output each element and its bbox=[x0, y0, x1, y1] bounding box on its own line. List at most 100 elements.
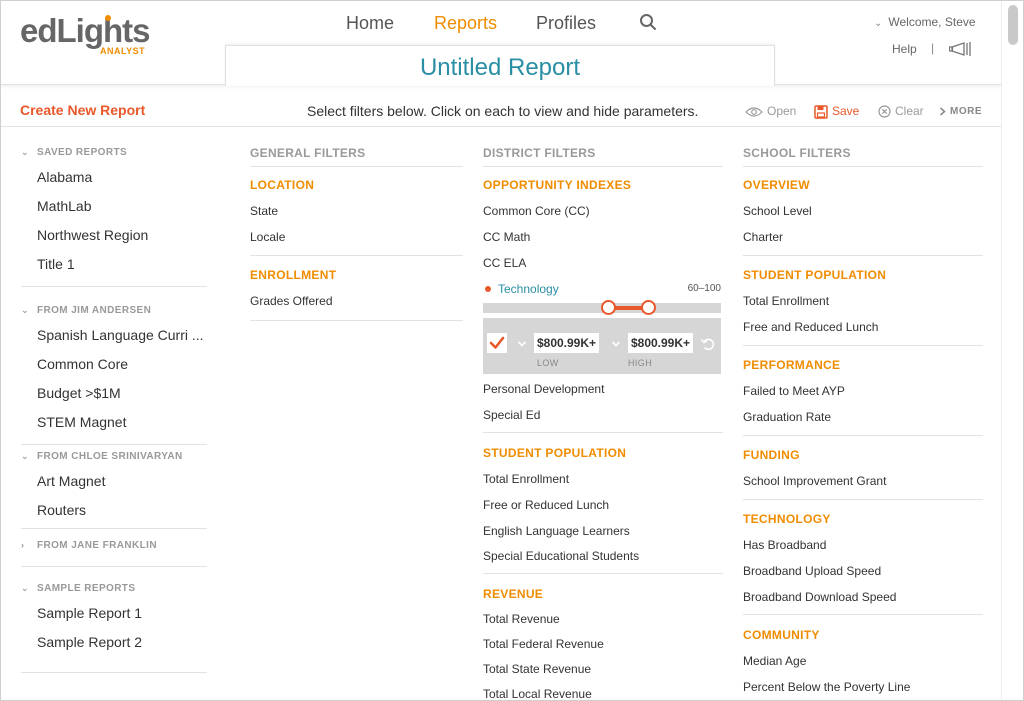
divider bbox=[483, 573, 723, 574]
filter-item[interactable]: Free and Reduced Lunch bbox=[743, 320, 878, 334]
logo[interactable]: edLights ANALYST bbox=[20, 13, 150, 59]
group-community[interactable]: COMMUNITY bbox=[743, 628, 820, 642]
sidebar-report-item[interactable]: Sample Report 2 bbox=[37, 634, 142, 650]
sidebar-report-item[interactable]: Sample Report 1 bbox=[37, 605, 142, 621]
toolbar: Create New Report Select filters below. … bbox=[1, 93, 1001, 127]
sidebar-report-item[interactable]: Common Core bbox=[37, 356, 128, 372]
filter-item[interactable]: Total Federal Revenue bbox=[483, 637, 604, 651]
filter-label[interactable]: Technology bbox=[498, 282, 559, 296]
chevron-down-icon[interactable] bbox=[517, 339, 527, 349]
chevron-down-icon: ⌄ bbox=[874, 18, 883, 29]
sidebar-report-item[interactable]: Routers bbox=[37, 502, 86, 518]
report-title[interactable]: Untitled Report bbox=[420, 54, 580, 82]
filter-item[interactable]: Failed to Meet AYP bbox=[743, 384, 845, 398]
filter-item[interactable]: Charter bbox=[743, 230, 783, 244]
filter-item[interactable]: Graduation Rate bbox=[743, 410, 831, 424]
low-value-input[interactable]: $800.99K+ bbox=[534, 333, 599, 353]
filter-item[interactable]: State bbox=[250, 204, 278, 218]
high-value-input[interactable]: $800.99K+ bbox=[628, 333, 693, 353]
search-icon[interactable] bbox=[639, 13, 657, 31]
filter-item[interactable]: Special Educational Students bbox=[483, 549, 639, 563]
filter-item[interactable]: Locale bbox=[250, 230, 285, 244]
section-from-jim-andersen[interactable]: ⌄ FROM JIM ANDERSEN bbox=[21, 305, 151, 316]
filter-item[interactable]: Broadband Upload Speed bbox=[743, 564, 881, 578]
sidebar-report-item[interactable]: MathLab bbox=[37, 198, 91, 214]
user-area: ⌄ Welcome, Steve Help | bbox=[871, 15, 986, 65]
range-slider[interactable] bbox=[483, 300, 721, 315]
group-revenue[interactable]: REVENUE bbox=[483, 587, 543, 601]
divider bbox=[21, 286, 207, 287]
filter-item[interactable]: English Language Learners bbox=[483, 524, 630, 538]
filter-item[interactable]: Percent Below the Poverty Line bbox=[743, 680, 910, 694]
filter-item[interactable]: Median Age bbox=[743, 654, 806, 668]
clear-button[interactable]: Clear bbox=[878, 104, 924, 118]
sidebar-report-item[interactable]: Spanish Language Curri ... bbox=[37, 327, 204, 343]
divider bbox=[21, 566, 207, 567]
nav-reports[interactable]: Reports bbox=[434, 13, 497, 34]
section-sample-reports[interactable]: ⌄ SAMPLE REPORTS bbox=[21, 583, 135, 594]
filter-item[interactable]: Total Revenue bbox=[483, 612, 560, 626]
filter-item[interactable]: Has Broadband bbox=[743, 538, 826, 552]
user-menu[interactable]: ⌄ Welcome, Steve bbox=[874, 15, 976, 29]
sidebar-report-item[interactable]: Budget >$1M bbox=[37, 385, 121, 401]
divider bbox=[743, 345, 983, 346]
reset-undo-icon[interactable] bbox=[700, 336, 716, 352]
scrollbar[interactable] bbox=[1001, 1, 1023, 700]
filter-item[interactable]: Grades Offered bbox=[250, 294, 333, 308]
filter-item[interactable]: Common Core (CC) bbox=[483, 204, 590, 218]
create-new-report-link[interactable]: Create New Report bbox=[20, 102, 145, 118]
group-funding[interactable]: FUNDING bbox=[743, 448, 800, 462]
megaphone-icon[interactable] bbox=[949, 41, 973, 57]
sidebar-report-item[interactable]: Alabama bbox=[37, 169, 92, 185]
divider bbox=[743, 435, 983, 436]
section-saved-reports[interactable]: ⌄ SAVED REPORTS bbox=[21, 147, 127, 158]
sidebar-report-item[interactable]: Northwest Region bbox=[37, 227, 148, 243]
filter-item[interactable]: CC ELA bbox=[483, 256, 526, 270]
sidebar-report-item[interactable]: Title 1 bbox=[37, 256, 75, 272]
filter-item[interactable]: Total State Revenue bbox=[483, 662, 591, 676]
filter-item[interactable]: Personal Development bbox=[483, 382, 604, 396]
group-overview[interactable]: OVERVIEW bbox=[743, 178, 810, 192]
group-location[interactable]: LOCATION bbox=[250, 178, 314, 192]
filter-item[interactable]: CC Math bbox=[483, 230, 530, 244]
group-performance[interactable]: PERFORMANCE bbox=[743, 358, 840, 372]
sidebar-report-item[interactable]: STEM Magnet bbox=[37, 414, 126, 430]
filter-item[interactable]: Total Enrollment bbox=[483, 472, 569, 486]
filter-item[interactable]: Special Ed bbox=[483, 408, 540, 422]
chevron-down-icon: ⌄ bbox=[21, 451, 29, 461]
help-link[interactable]: Help bbox=[892, 42, 917, 56]
group-opportunity-indexes[interactable]: OPPORTUNITY INDEXES bbox=[483, 178, 631, 192]
header: edLights ANALYST Home Reports Profiles ⌄… bbox=[1, 1, 1001, 86]
chevron-down-icon[interactable] bbox=[611, 339, 621, 349]
scrollbar-thumb[interactable] bbox=[1008, 5, 1018, 45]
filter-item[interactable]: Free or Reduced Lunch bbox=[483, 498, 609, 512]
filter-item[interactable]: School Level bbox=[743, 204, 812, 218]
group-student-population[interactable]: STUDENT POPULATION bbox=[483, 446, 626, 460]
open-button[interactable]: Open bbox=[745, 104, 796, 118]
expanded-filter-technology[interactable]: Technology 60–100 bbox=[483, 282, 721, 298]
group-student-population[interactable]: STUDENT POPULATION bbox=[743, 268, 886, 282]
nav-home[interactable]: Home bbox=[346, 13, 394, 34]
logo-spark-icon bbox=[105, 15, 111, 21]
apply-checkbox[interactable] bbox=[487, 333, 507, 353]
more-button[interactable]: MORE bbox=[939, 106, 982, 117]
group-technology[interactable]: TECHNOLOGY bbox=[743, 512, 831, 526]
filter-item[interactable]: Total Enrollment bbox=[743, 294, 829, 308]
sidebar-report-item[interactable]: Art Magnet bbox=[37, 473, 105, 489]
filter-item[interactable]: Total Local Revenue bbox=[483, 687, 592, 700]
divider bbox=[483, 432, 723, 433]
section-from-jane-franklin[interactable]: › FROM JANE FRANKLIN bbox=[21, 540, 157, 551]
slider-handle-high[interactable] bbox=[641, 300, 656, 315]
instructions-text: Select filters below. Click on each to v… bbox=[307, 103, 699, 119]
filter-item[interactable]: Broadband Download Speed bbox=[743, 590, 896, 604]
welcome-text: Welcome, Steve bbox=[888, 15, 976, 29]
logo-text: edLights bbox=[20, 12, 150, 49]
filter-item[interactable]: School Improvement Grant bbox=[743, 474, 886, 488]
nav-profiles[interactable]: Profiles bbox=[536, 13, 596, 34]
checkmark-icon bbox=[489, 336, 505, 349]
slider-handle-low[interactable] bbox=[601, 300, 616, 315]
group-enrollment[interactable]: ENROLLMENT bbox=[250, 268, 336, 282]
divider bbox=[21, 528, 207, 529]
save-button[interactable]: Save bbox=[814, 104, 859, 119]
section-from-chloe-srinivaryan[interactable]: ⌄ FROM CHLOE SRINIVARYAN bbox=[21, 451, 183, 462]
